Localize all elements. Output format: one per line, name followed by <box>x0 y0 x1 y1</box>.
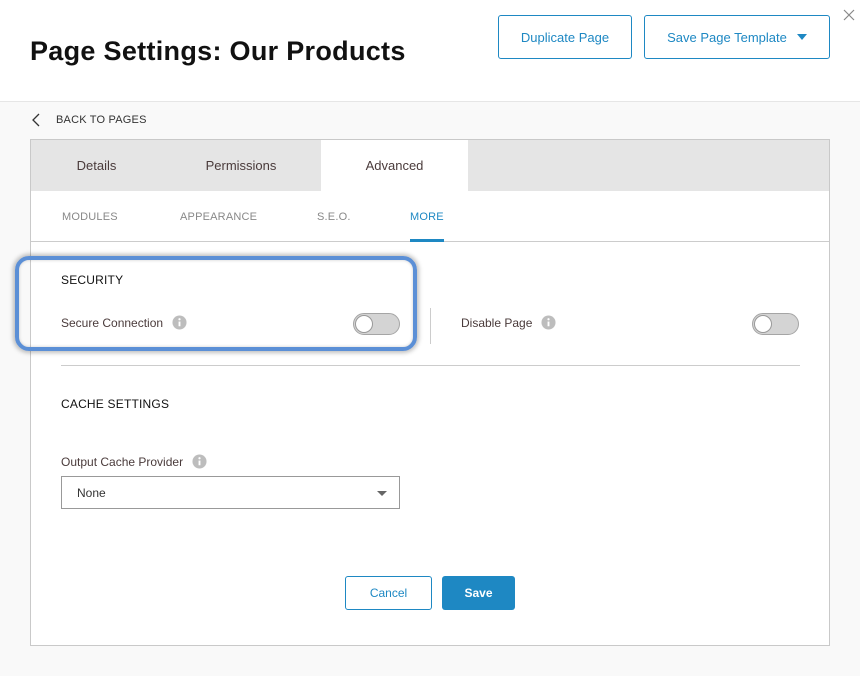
info-icon[interactable] <box>541 315 556 330</box>
cache-section-title: CACHE SETTINGS <box>61 397 170 411</box>
save-page-template-button[interactable]: Save Page Template <box>644 15 830 59</box>
secure-connection-label: Secure Connection <box>61 315 164 330</box>
tab-advanced[interactable]: Advanced <box>321 140 468 191</box>
output-cache-provider-select[interactable]: None <box>61 476 400 509</box>
toggle-knob <box>754 315 772 333</box>
settings-panel: Details Permissions Advanced MODULES APP… <box>30 139 830 646</box>
save-button[interactable]: Save <box>442 576 515 610</box>
section-divider <box>61 365 800 366</box>
info-icon[interactable] <box>172 315 187 330</box>
caret-down-icon <box>796 34 807 40</box>
security-section-title: SECURITY <box>61 273 124 287</box>
duplicate-page-button[interactable]: Duplicate Page <box>498 15 632 59</box>
tab-details[interactable]: Details <box>31 140 162 191</box>
tab-permissions[interactable]: Permissions <box>162 140 320 191</box>
select-value: None <box>77 485 106 500</box>
header: Page Settings: Our Products Duplicate Pa… <box>0 0 860 102</box>
subtab-bar: MODULES APPEARANCE S.E.O. MORE <box>31 191 829 242</box>
toggle-knob <box>355 315 373 333</box>
secure-connection-field: Secure Connection <box>61 315 187 330</box>
back-to-pages-label: BACK TO PAGES <box>56 114 147 126</box>
subtab-label: MODULES <box>62 210 118 223</box>
disable-page-field: Disable Page <box>461 315 556 330</box>
subtab-more[interactable]: MORE <box>410 191 444 242</box>
secure-connection-toggle[interactable] <box>353 313 400 335</box>
subtab-label: MORE <box>410 210 444 223</box>
subtab-appearance[interactable]: APPEARANCE <box>180 191 257 242</box>
save-label: Save <box>464 586 493 600</box>
close-icon[interactable] <box>842 8 856 22</box>
cancel-button[interactable]: Cancel <box>345 576 432 610</box>
subtab-seo[interactable]: S.E.O. <box>317 191 351 242</box>
vertical-divider <box>430 308 431 344</box>
subtab-label: APPEARANCE <box>180 210 258 223</box>
output-cache-provider-label: Output Cache Provider <box>61 454 184 469</box>
tab-label: Permissions <box>205 158 277 173</box>
info-icon[interactable] <box>192 454 207 469</box>
save-page-template-label: Save Page Template <box>667 29 787 45</box>
tab-bar: Details Permissions Advanced <box>31 140 829 191</box>
tab-label: Details <box>76 158 117 173</box>
chevron-left-icon <box>32 113 40 127</box>
cancel-label: Cancel <box>369 586 408 600</box>
duplicate-page-label: Duplicate Page <box>520 29 610 45</box>
disable-page-toggle[interactable] <box>752 313 799 335</box>
disable-page-label: Disable Page <box>461 315 533 330</box>
caret-down-icon <box>377 491 387 496</box>
page-title: Page Settings: Our Products <box>30 36 406 66</box>
tab-label: Advanced <box>365 158 424 173</box>
subtab-label: S.E.O. <box>317 210 351 223</box>
subtab-modules[interactable]: MODULES <box>62 191 118 242</box>
output-cache-provider-field: Output Cache Provider <box>61 454 207 469</box>
back-to-pages-link[interactable]: BACK TO PAGES <box>30 113 147 127</box>
